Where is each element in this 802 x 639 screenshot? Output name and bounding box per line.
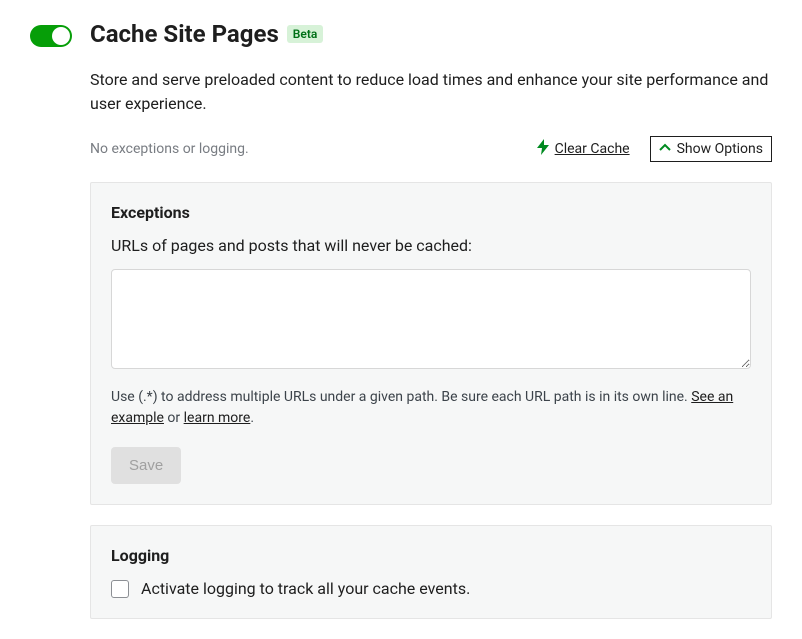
- status-text: No exceptions or logging.: [90, 141, 249, 157]
- learn-more-link[interactable]: learn more: [184, 410, 251, 426]
- exceptions-textarea[interactable]: [111, 269, 751, 369]
- hint-text-pre: Use (.*) to address multiple URLs under …: [111, 389, 691, 405]
- exceptions-panel: Exceptions URLs of pages and posts that …: [90, 182, 772, 505]
- logging-checkbox-label: Activate logging to track all your cache…: [141, 579, 470, 598]
- bolt-icon: [537, 139, 549, 159]
- hint-post: .: [250, 410, 254, 426]
- show-options-button[interactable]: Show Options: [650, 136, 772, 162]
- description-text: Store and serve preloaded content to red…: [90, 68, 772, 116]
- chevron-up-icon: [659, 142, 671, 156]
- logging-panel: Logging Activate logging to track all yo…: [90, 525, 772, 619]
- hint-or: or: [164, 410, 184, 426]
- clear-cache-link[interactable]: Clear Cache: [537, 139, 630, 159]
- toggle-knob: [52, 27, 70, 45]
- save-button[interactable]: Save: [111, 447, 181, 484]
- exceptions-label: URLs of pages and posts that will never …: [111, 236, 751, 255]
- beta-badge: Beta: [287, 25, 324, 43]
- logging-title: Logging: [111, 546, 751, 565]
- show-options-label: Show Options: [677, 141, 763, 157]
- clear-cache-label: Clear Cache: [555, 141, 630, 157]
- logging-checkbox[interactable]: [111, 580, 129, 598]
- exceptions-hint: Use (.*) to address multiple URLs under …: [111, 387, 751, 429]
- exceptions-title: Exceptions: [111, 203, 751, 222]
- page-title: Cache Site Pages: [90, 20, 279, 48]
- cache-toggle[interactable]: [30, 25, 72, 47]
